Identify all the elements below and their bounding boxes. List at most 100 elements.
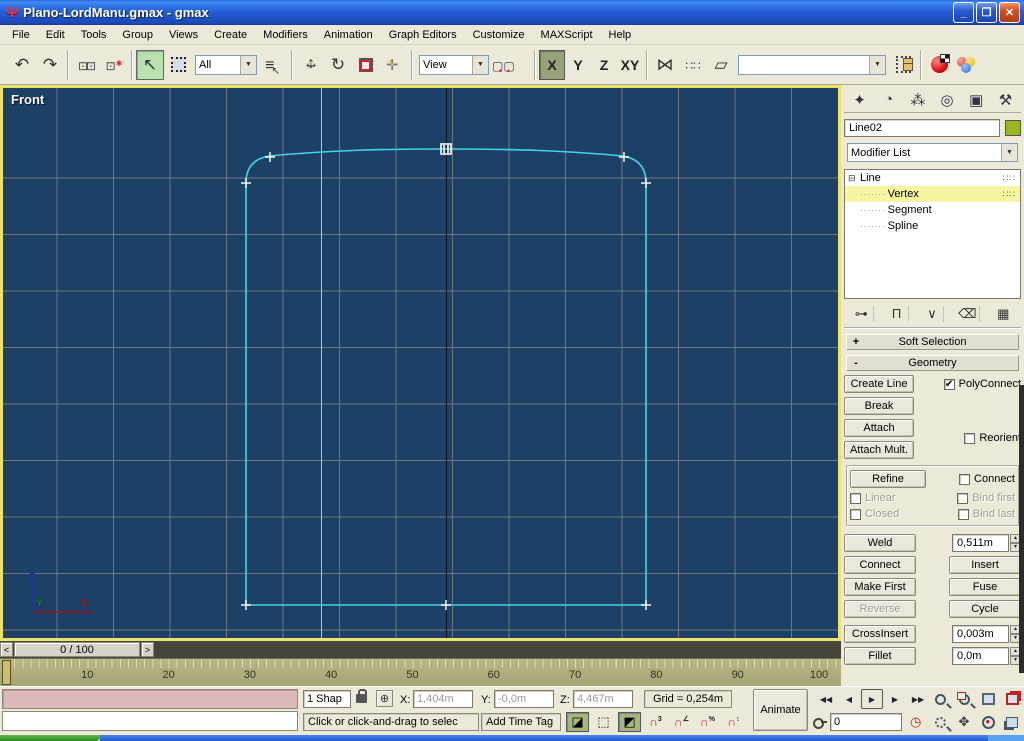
y-coordinate-field[interactable]: -0,0m [494,690,554,708]
pin-stack-icon[interactable]: ⊶ [850,306,874,322]
select-and-scale-icon[interactable] [352,50,380,80]
bind-first-checkbox[interactable]: Bind first [957,492,1015,504]
stack-item-spline[interactable]: ·······Spline [845,218,1020,234]
weld-button[interactable]: Weld [844,534,916,552]
material-editor-icon[interactable] [953,50,981,80]
menu-help[interactable]: Help [601,27,640,43]
spinner-snap-icon[interactable]: ∩↕ [722,712,745,732]
object-name-field[interactable]: Line02 [844,119,1000,137]
crossinsert-field[interactable]: 0,003m [952,625,1009,643]
arc-rotate-icon[interactable] [976,712,1000,732]
break-button[interactable]: Break [844,397,914,415]
menu-maxscript[interactable]: MAXScript [533,27,601,43]
track-bar[interactable]: 102030405060708090100 [0,658,841,686]
next-frame-arrow[interactable]: > [141,642,154,657]
select-object-icon[interactable]: ↖ [136,50,164,80]
fuse-button[interactable]: Fuse [949,578,1021,596]
menu-modifiers[interactable]: Modifiers [255,27,316,43]
tab-create-icon[interactable]: ✦ [846,88,873,111]
attach-button[interactable]: Attach [844,419,914,437]
pan-icon[interactable]: ✥ [952,712,976,732]
fillet-button[interactable]: Fillet [844,647,916,665]
menu-create[interactable]: Create [206,27,255,43]
rollout-geometry[interactable]: - Geometry [846,355,1019,371]
restrict-x-button[interactable]: X [539,50,565,80]
render-icon[interactable] [925,50,953,80]
make-first-button[interactable]: Make First [844,578,916,596]
select-by-name-icon[interactable] [260,50,288,80]
menu-tools[interactable]: Tools [73,27,115,43]
start-button-edge[interactable] [0,735,100,741]
use-pivot-point-center-icon[interactable] [492,50,531,80]
time-slider-button[interactable]: 0 / 100 [14,642,140,657]
crossinsert-button[interactable]: CrossInsert [844,625,916,643]
key-mode-icon[interactable] [813,716,827,728]
snap-region-cube-icon[interactable]: ⬚ [592,712,615,732]
menu-group[interactable]: Group [114,27,161,43]
angle-snap-icon[interactable]: ∩∠ [670,712,693,732]
unlink-selection-icon[interactable] [100,50,128,80]
play-button[interactable]: ▶ [861,689,883,709]
create-line-button[interactable]: Create Line [844,375,914,393]
min-max-toggle-icon[interactable] [1000,712,1024,732]
align-icon[interactable]: ▱ [707,50,735,80]
percent-snap-icon[interactable]: ∩% [696,712,719,732]
front-viewport[interactable]: Z X Y Front [3,88,838,638]
minimize-button[interactable]: _ [953,2,974,23]
dropdown-arrow-icon[interactable]: ▼ [869,56,885,74]
previous-frame-arrow[interactable]: < [0,642,13,657]
bind-last-checkbox[interactable]: Bind last [958,508,1015,520]
selection-region-icon[interactable] [164,50,192,80]
restrict-xy-button[interactable]: XY [617,50,643,80]
current-frame-field[interactable]: 0 [830,713,902,731]
tab-display-icon[interactable]: ▣ [963,88,990,111]
region-zoom-icon[interactable] [928,712,952,732]
previous-frame-button[interactable]: ◀ [838,689,860,709]
linear-checkbox[interactable]: Linear [850,492,896,504]
selection-filter-combo[interactable]: All▼ [195,55,257,75]
snap-3d-icon[interactable]: ∩3 [644,712,667,732]
dropdown-arrow-icon[interactable]: ▼ [240,56,256,74]
time-configuration-icon[interactable]: ◷ [910,714,921,730]
undo-icon[interactable]: ↶ [8,50,36,80]
line02-spline[interactable] [246,149,646,605]
stack-item-segment[interactable]: ·······Segment [845,202,1020,218]
rollout-soft-selection[interactable]: + Soft Selection [846,334,1019,350]
menu-views[interactable]: Views [161,27,206,43]
tab-hierarchy-icon[interactable]: ⁂ [904,88,931,111]
menu-customize[interactable]: Customize [465,27,533,43]
zoom-extents-all-icon[interactable] [1000,689,1024,709]
panel-scrollbar[interactable] [1019,385,1024,673]
go-to-start-button[interactable]: ◀◀ [815,689,837,709]
closed-checkbox[interactable]: Closed [850,508,899,520]
named-selection-combo[interactable]: ▼ [738,55,886,75]
snap-shaded-cube-icon[interactable]: ◩ [618,712,641,732]
zoom-all-icon[interactable] [952,689,976,709]
connect-checkbox[interactable]: Connect [959,473,1015,485]
make-unique-icon[interactable]: ∨ [920,306,944,322]
modifier-list-dropdown[interactable]: Modifier List ▼ [847,143,1018,162]
show-end-result-icon[interactable]: Π [885,306,909,321]
animate-button[interactable]: Animate [753,689,808,731]
connect-button[interactable]: Connect [844,556,916,574]
zoom-extents-icon[interactable] [976,689,1000,709]
viewport-label[interactable]: Front [11,92,44,107]
reverse-button[interactable]: Reverse [844,600,916,618]
refine-button[interactable]: Refine [850,470,926,488]
track-bar-handle[interactable] [2,660,11,685]
reference-coordinate-combo[interactable]: View▼ [419,55,489,75]
stack-item-line[interactable]: ⊟Line∷∷ [845,170,1020,186]
menu-graph-editors[interactable]: Graph Editors [381,27,465,43]
select-and-move-icon[interactable] [296,50,324,80]
tab-utilities-icon[interactable]: ⚒ [992,88,1019,111]
weld-threshold-field[interactable]: 0,511m [952,534,1009,552]
snap-cube-icon[interactable]: ◪ [566,712,589,732]
go-to-end-button[interactable]: ▶▶ [907,689,929,709]
x-coordinate-field[interactable]: 1,404m [413,690,473,708]
close-button[interactable]: ✕ [999,2,1020,23]
remove-modifier-icon[interactable]: ⌫ [956,306,980,322]
object-color-swatch[interactable] [1005,120,1021,136]
restrict-z-button[interactable]: Z [591,50,617,80]
edit-named-selections-icon[interactable] [889,50,917,80]
z-coordinate-field[interactable]: 4,467m [573,690,633,708]
